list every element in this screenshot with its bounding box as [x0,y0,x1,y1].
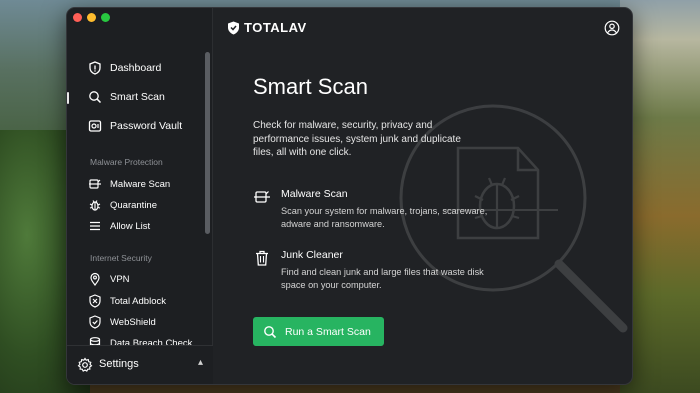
search-icon [87,89,103,105]
sidebar-item-vpn[interactable]: VPN [87,271,130,287]
adblock-shield-icon [87,293,103,309]
chevron-up-icon[interactable]: ▴ [198,357,203,368]
sidebar-item-malware-scan[interactable]: Malware Scan [87,176,170,192]
user-icon [604,20,620,36]
trash-icon [253,249,271,267]
brand-logo: TOTALAV [227,20,307,35]
sidebar-item-label: Password Vault [110,120,183,132]
settings-menu[interactable]: Settings ▴ [67,345,213,384]
sidebar-item-label: Smart Scan [110,91,165,103]
section-label-internet-security: Internet Security [90,253,152,263]
sidebar-item-label: Quarantine [110,199,158,211]
check-shield-icon [87,314,103,330]
maximize-window-button[interactable] [101,13,110,22]
cta-label: Run a Smart Scan [285,325,371,338]
app-window: Dashboard Smart Scan Password Vault Malw… [66,7,633,385]
close-window-button[interactable] [73,13,82,22]
location-pin-icon [87,271,103,287]
feature-description: Scan your system for malware, trojans, s… [281,206,488,229]
sidebar-item-password-vault[interactable]: Password Vault [87,118,182,134]
run-smart-scan-button[interactable]: Run a Smart Scan [253,317,384,346]
scanner-icon [253,188,271,206]
shield-icon [87,60,103,76]
sidebar: Dashboard Smart Scan Password Vault Malw… [67,8,213,384]
page-description: Check for malware, security, privacy and… [253,120,461,158]
sidebar-item-allow-list[interactable]: Allow List [87,218,150,234]
sidebar-item-label: Dashboard [110,62,162,74]
account-button[interactable] [604,20,620,41]
sidebar-item-label: Malware Scan [110,178,171,190]
vault-icon [87,118,103,134]
minimize-window-button[interactable] [87,13,96,22]
scanner-icon [87,176,103,192]
sidebar-item-label: Allow List [110,220,151,232]
sidebar-item-label: WebShield [110,316,156,328]
feature-title: Junk Cleaner [281,249,343,261]
sidebar-item-label: Total Adblock [110,295,166,307]
active-nav-indicator [67,92,69,104]
feature-description: Find and clean junk and large files that… [281,267,484,290]
main-panel: TOTALAV Smart Scan Check for malware, se… [213,8,632,384]
brand-shield-icon [228,21,239,34]
sidebar-item-total-adblock[interactable]: Total Adblock [87,293,166,309]
gear-icon [77,357,93,373]
list-icon [87,218,103,234]
sidebar-scrollbar[interactable] [205,52,210,234]
sidebar-item-dashboard[interactable]: Dashboard [87,60,161,76]
section-label-malware-protection: Malware Protection [90,157,163,167]
sidebar-item-smart-scan[interactable]: Smart Scan [87,89,165,105]
brand-name: TOTALAV [244,20,307,35]
settings-label: Settings [99,358,139,370]
feature-title: Malware Scan [281,188,348,200]
bug-icon [87,197,103,213]
sidebar-item-webshield[interactable]: WebShield [87,314,156,330]
page-title: Smart Scan [253,74,368,99]
sidebar-item-label: VPN [110,273,130,285]
sidebar-item-quarantine[interactable]: Quarantine [87,197,157,213]
window-controls [73,13,110,22]
search-icon [263,325,277,339]
